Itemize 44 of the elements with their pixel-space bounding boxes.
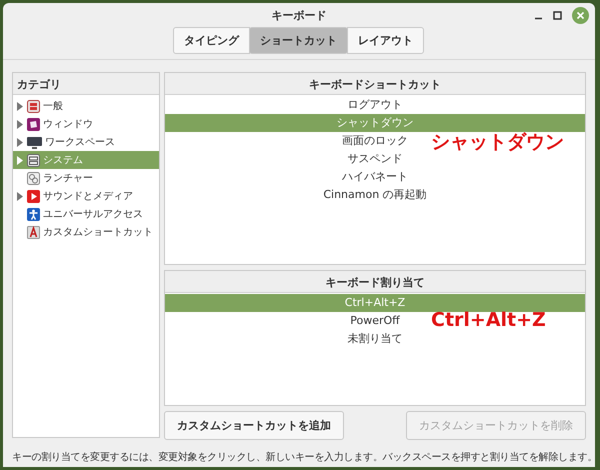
add-button[interactable]: カスタムショートカットを追加 <box>164 411 344 440</box>
close-icon[interactable] <box>572 6 589 24</box>
drive-icon <box>27 154 40 166</box>
category-item[interactable]: 一般 <box>13 97 159 115</box>
shortcut-item[interactable]: サスペンド <box>348 150 402 168</box>
category-item[interactable]: ランチャー <box>13 169 159 187</box>
tab[interactable]: ショートカット <box>249 27 348 54</box>
monitor-icon <box>27 136 42 148</box>
category-item[interactable]: ユニバーサルアクセス <box>13 205 159 223</box>
category-label: カスタムショートカット <box>43 226 153 239</box>
tab[interactable]: タイピング <box>173 27 250 54</box>
category-label: ユニバーサルアクセス <box>43 208 143 221</box>
shortcut-item[interactable]: ハイバネート <box>342 168 408 186</box>
maximize-icon[interactable] <box>553 10 562 20</box>
text-tool-icon <box>27 226 40 238</box>
category-label: ウィンドウ <box>43 118 93 131</box>
category-label: システム <box>43 154 83 167</box>
category-item[interactable]: ウィンドウ <box>13 115 159 133</box>
window-icon <box>27 118 40 130</box>
annotation-text: Ctrl+Alt+Z <box>431 309 546 332</box>
annotation-text: シャットダウン <box>431 130 564 155</box>
binding-item[interactable]: PowerOff <box>350 312 400 330</box>
category-label: ランチャー <box>43 172 93 185</box>
category-label: サウンドとメディア <box>43 190 133 203</box>
launcher-icon <box>27 172 40 184</box>
play-icon <box>27 190 40 202</box>
tab[interactable]: レイアウト <box>347 27 424 54</box>
shortcut-item[interactable]: Cinnamon の再起動 <box>323 186 427 204</box>
system-settings-icon <box>27 100 40 112</box>
category-label: ワークスペース <box>45 136 115 149</box>
accessibility-icon <box>27 208 40 220</box>
category-label: 一般 <box>43 100 63 113</box>
column-header: カテゴリ <box>13 73 159 95</box>
category-item[interactable]: カスタムショートカット <box>13 223 159 241</box>
category-item[interactable]: サウンドとメディア <box>13 187 159 205</box>
column-header: キーボードショートカット <box>165 73 585 95</box>
expander-icon[interactable] <box>17 192 23 200</box>
shortcut-item[interactable]: ログアウト <box>348 96 402 114</box>
category-item[interactable]: ワークスペース <box>13 133 159 151</box>
shortcut-item[interactable]: 画面のロック <box>342 132 408 150</box>
window-title: キーボード <box>272 8 326 22</box>
column-header: キーボード割り当て <box>165 271 585 294</box>
status-text: キーの割り当てを変更するには、変更対象をクリックし、新しいキーを入力します。バックスペースを押すと割り当てを解除します。 <box>11 450 595 464</box>
binding-item[interactable]: 未割り当て <box>348 330 402 348</box>
